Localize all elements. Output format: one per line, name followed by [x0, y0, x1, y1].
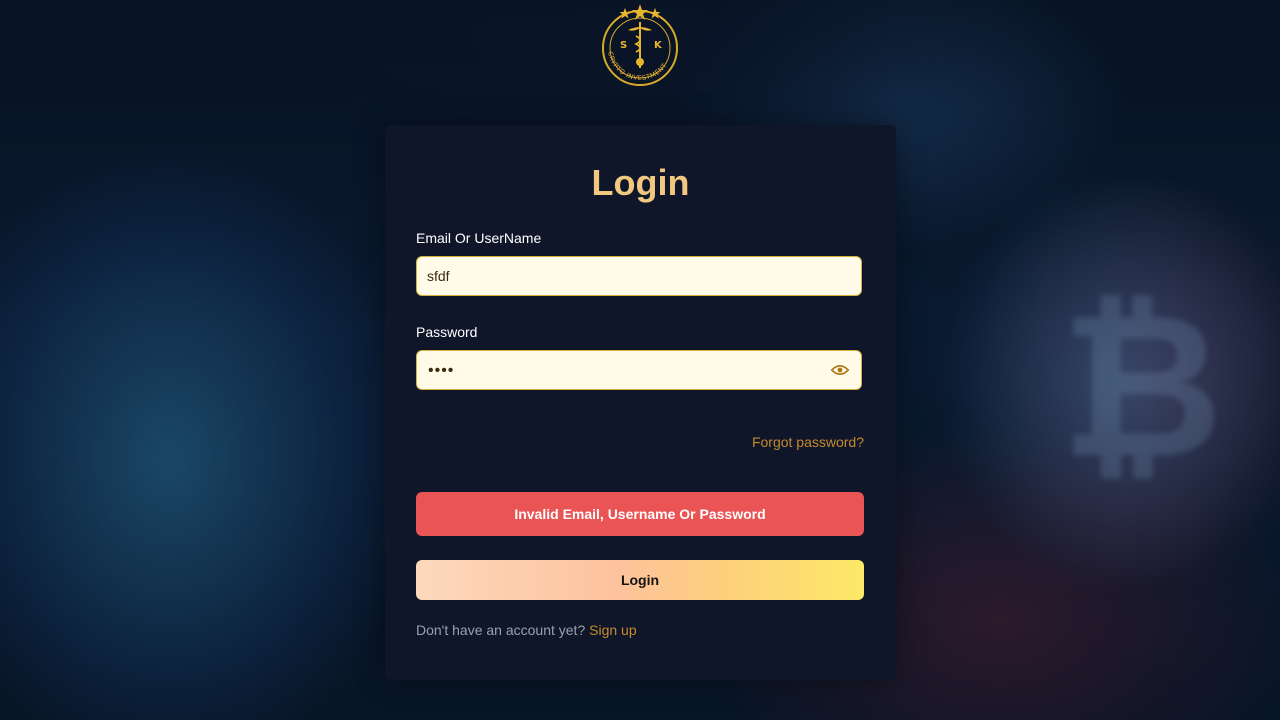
email-label: Email Or UserName: [416, 230, 542, 246]
password-value: ••••: [428, 362, 455, 379]
email-field[interactable]: [427, 257, 827, 295]
svg-text:CRYPTO INVESTMENT: CRYPTO INVESTMENT: [606, 51, 669, 82]
logo-letter-s: S: [620, 40, 627, 51]
login-button[interactable]: Login: [416, 560, 864, 600]
error-alert: Invalid Email, Username Or Password: [416, 492, 864, 536]
logo-letter-k: K: [654, 40, 663, 51]
login-card: Login Email Or UserName Password •••• Fo…: [385, 125, 896, 680]
page-title: Login: [591, 162, 690, 203]
forgot-password-link[interactable]: Forgot password?: [752, 434, 864, 450]
signup-link[interactable]: Sign up: [589, 622, 636, 638]
signup-prompt: Don't have an account yet? Sign up: [416, 622, 637, 638]
brand-logo: S K CRYPTO INVESTMENT: [602, 4, 678, 86]
password-label: Password: [416, 324, 478, 340]
signup-prompt-text: Don't have an account yet?: [416, 622, 586, 638]
password-field[interactable]: ••••: [416, 350, 862, 390]
bitcoin-icon: ₿: [1060, 270, 1223, 503]
eye-icon[interactable]: [831, 363, 849, 377]
email-field-wrapper: [416, 256, 862, 296]
logo-text: CRYPTO INVESTMENT: [606, 51, 668, 82]
